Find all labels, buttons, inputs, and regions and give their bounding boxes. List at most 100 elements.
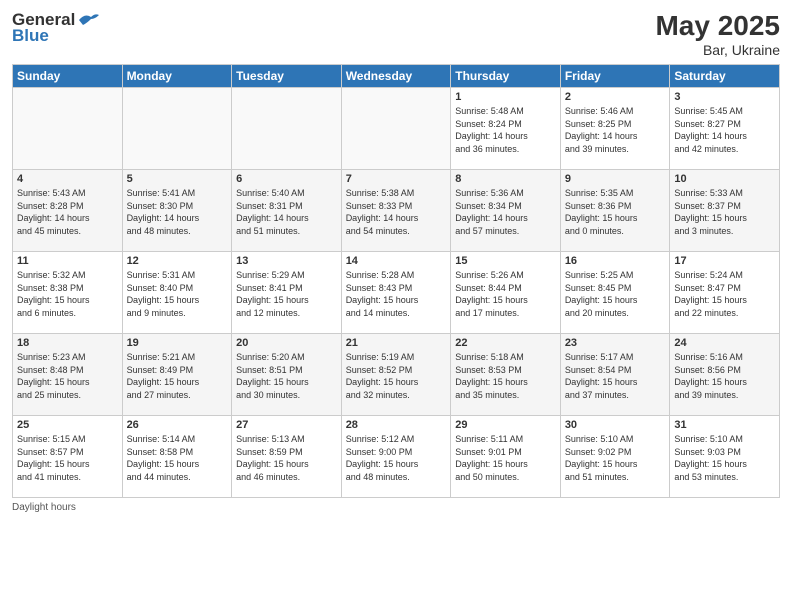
day-info: Sunrise: 5:20 AM Sunset: 8:51 PM Dayligh… <box>236 351 337 401</box>
day-info: Sunrise: 5:35 AM Sunset: 8:36 PM Dayligh… <box>565 187 666 237</box>
day-info: Sunrise: 5:10 AM Sunset: 9:02 PM Dayligh… <box>565 433 666 483</box>
calendar-cell: 9 Sunrise: 5:35 AM Sunset: 8:36 PM Daylig… <box>560 170 670 252</box>
calendar-cell: 2 Sunrise: 5:46 AM Sunset: 8:25 PM Daylig… <box>560 88 670 170</box>
day-info: Sunrise: 5:16 AM Sunset: 8:56 PM Dayligh… <box>674 351 775 401</box>
day-of-week-header: Monday <box>122 65 232 88</box>
page-container: General Blue May 2025 Bar, Ukraine Sunda… <box>0 0 792 612</box>
day-number: 27 <box>236 419 337 431</box>
day-number: 11 <box>17 255 118 267</box>
calendar-cell: 31 Sunrise: 5:10 AM Sunset: 9:03 PM Dayli… <box>670 416 780 498</box>
calendar-week-row: 25 Sunrise: 5:15 AM Sunset: 8:57 PM Dayli… <box>13 416 780 498</box>
day-of-week-header: Tuesday <box>232 65 342 88</box>
day-info: Sunrise: 5:21 AM Sunset: 8:49 PM Dayligh… <box>127 351 228 401</box>
calendar-cell: 12 Sunrise: 5:31 AM Sunset: 8:40 PM Dayli… <box>122 252 232 334</box>
calendar-cell: 11Sunrise: 5:32 AM Sunset: 8:38 PM Dayli… <box>13 252 123 334</box>
calendar-cell: 30 Sunrise: 5:10 AM Sunset: 9:02 PM Dayli… <box>560 416 670 498</box>
calendar-cell: 16Sunrise: 5:25 AM Sunset: 8:45 PM Dayli… <box>560 252 670 334</box>
logo-bird-icon <box>77 11 99 29</box>
calendar-cell: 4Sunrise: 5:43 AM Sunset: 8:28 PM Daylig… <box>13 170 123 252</box>
day-info: Sunrise: 5:15 AM Sunset: 8:57 PM Dayligh… <box>17 433 118 483</box>
day-number: 7 <box>346 173 447 185</box>
calendar-cell: 19 Sunrise: 5:21 AM Sunset: 8:49 PM Dayli… <box>122 334 232 416</box>
day-number: 10 <box>674 173 775 185</box>
day-info: Sunrise: 5:12 AM Sunset: 9:00 PM Dayligh… <box>346 433 447 483</box>
calendar-cell: 14Sunrise: 5:28 AM Sunset: 8:43 PM Dayli… <box>341 252 451 334</box>
day-info: Sunrise: 5:31 AM Sunset: 8:40 PM Dayligh… <box>127 269 228 319</box>
calendar-cell: 3 Sunrise: 5:45 AM Sunset: 8:27 PM Daylig… <box>670 88 780 170</box>
day-number: 16 <box>565 255 666 267</box>
calendar-cell <box>232 88 342 170</box>
day-number: 2 <box>565 91 666 103</box>
day-number: 5 <box>127 173 228 185</box>
day-info: Sunrise: 5:26 AM Sunset: 8:44 PM Dayligh… <box>455 269 556 319</box>
day-number: 6 <box>236 173 337 185</box>
calendar-cell: 5Sunrise: 5:41 AM Sunset: 8:30 PM Daylig… <box>122 170 232 252</box>
day-of-week-header: Wednesday <box>341 65 451 88</box>
calendar-cell: 6 Sunrise: 5:40 AM Sunset: 8:31 PM Daylig… <box>232 170 342 252</box>
day-number: 1 <box>455 91 556 103</box>
day-number: 17 <box>674 255 775 267</box>
day-of-week-header: Sunday <box>13 65 123 88</box>
day-number: 12 <box>127 255 228 267</box>
calendar-cell: 17 Sunrise: 5:24 AM Sunset: 8:47 PM Dayli… <box>670 252 780 334</box>
day-info: Sunrise: 5:33 AM Sunset: 8:37 PM Dayligh… <box>674 187 775 237</box>
logo: General Blue <box>12 10 99 46</box>
day-info: Sunrise: 5:45 AM Sunset: 8:27 PM Dayligh… <box>674 105 775 155</box>
day-number: 23 <box>565 337 666 349</box>
day-number: 29 <box>455 419 556 431</box>
day-number: 14 <box>346 255 447 267</box>
day-of-week-header: Saturday <box>670 65 780 88</box>
location-subtitle: Bar, Ukraine <box>655 42 780 58</box>
calendar-table: SundayMondayTuesdayWednesdayThursdayFrid… <box>12 64 780 498</box>
day-number: 8 <box>455 173 556 185</box>
calendar-cell: 28 Sunrise: 5:12 AM Sunset: 9:00 PM Dayli… <box>341 416 451 498</box>
day-number: 18 <box>17 337 118 349</box>
day-number: 25 <box>17 419 118 431</box>
day-number: 31 <box>674 419 775 431</box>
title-block: May 2025 Bar, Ukraine <box>655 10 780 58</box>
day-info: Sunrise: 5:10 AM Sunset: 9:03 PM Dayligh… <box>674 433 775 483</box>
day-info: Sunrise: 5:38 AM Sunset: 8:33 PM Dayligh… <box>346 187 447 237</box>
day-of-week-header: Friday <box>560 65 670 88</box>
day-number: 24 <box>674 337 775 349</box>
calendar-cell: 21Sunrise: 5:19 AM Sunset: 8:52 PM Dayli… <box>341 334 451 416</box>
calendar-cell: 8 Sunrise: 5:36 AM Sunset: 8:34 PM Daylig… <box>451 170 561 252</box>
day-number: 28 <box>346 419 447 431</box>
day-number: 22 <box>455 337 556 349</box>
day-number: 30 <box>565 419 666 431</box>
day-number: 19 <box>127 337 228 349</box>
calendar-header-row: SundayMondayTuesdayWednesdayThursdayFrid… <box>13 65 780 88</box>
calendar-week-row: 18 Sunrise: 5:23 AM Sunset: 8:48 PM Dayli… <box>13 334 780 416</box>
day-info: Sunrise: 5:18 AM Sunset: 8:53 PM Dayligh… <box>455 351 556 401</box>
day-of-week-header: Thursday <box>451 65 561 88</box>
calendar-cell: 23Sunrise: 5:17 AM Sunset: 8:54 PM Dayli… <box>560 334 670 416</box>
calendar-cell: 20 Sunrise: 5:20 AM Sunset: 8:51 PM Dayli… <box>232 334 342 416</box>
day-number: 3 <box>674 91 775 103</box>
day-info: Sunrise: 5:11 AM Sunset: 9:01 PM Dayligh… <box>455 433 556 483</box>
day-info: Sunrise: 5:36 AM Sunset: 8:34 PM Dayligh… <box>455 187 556 237</box>
calendar-cell <box>122 88 232 170</box>
day-number: 13 <box>236 255 337 267</box>
calendar-week-row: 1 Sunrise: 5:48 AM Sunset: 8:24 PM Daylig… <box>13 88 780 170</box>
day-number: 26 <box>127 419 228 431</box>
day-info: Sunrise: 5:40 AM Sunset: 8:31 PM Dayligh… <box>236 187 337 237</box>
month-title: May 2025 <box>655 10 780 42</box>
day-number: 9 <box>565 173 666 185</box>
day-number: 20 <box>236 337 337 349</box>
day-info: Sunrise: 5:48 AM Sunset: 8:24 PM Dayligh… <box>455 105 556 155</box>
calendar-cell: 13Sunrise: 5:29 AM Sunset: 8:41 PM Dayli… <box>232 252 342 334</box>
calendar-week-row: 11Sunrise: 5:32 AM Sunset: 8:38 PM Dayli… <box>13 252 780 334</box>
calendar-cell <box>341 88 451 170</box>
calendar-cell: 25 Sunrise: 5:15 AM Sunset: 8:57 PM Dayli… <box>13 416 123 498</box>
day-info: Sunrise: 5:46 AM Sunset: 8:25 PM Dayligh… <box>565 105 666 155</box>
calendar-cell: 22 Sunrise: 5:18 AM Sunset: 8:53 PM Dayli… <box>451 334 561 416</box>
day-info: Sunrise: 5:14 AM Sunset: 8:58 PM Dayligh… <box>127 433 228 483</box>
day-number: 4 <box>17 173 118 185</box>
day-info: Sunrise: 5:23 AM Sunset: 8:48 PM Dayligh… <box>17 351 118 401</box>
calendar-cell: 15Sunrise: 5:26 AM Sunset: 8:44 PM Dayli… <box>451 252 561 334</box>
calendar-cell: 27Sunrise: 5:13 AM Sunset: 8:59 PM Dayli… <box>232 416 342 498</box>
calendar-cell: 1 Sunrise: 5:48 AM Sunset: 8:24 PM Daylig… <box>451 88 561 170</box>
day-info: Sunrise: 5:24 AM Sunset: 8:47 PM Dayligh… <box>674 269 775 319</box>
calendar-cell: 24 Sunrise: 5:16 AM Sunset: 8:56 PM Dayli… <box>670 334 780 416</box>
calendar-cell: 7 Sunrise: 5:38 AM Sunset: 8:33 PM Daylig… <box>341 170 451 252</box>
